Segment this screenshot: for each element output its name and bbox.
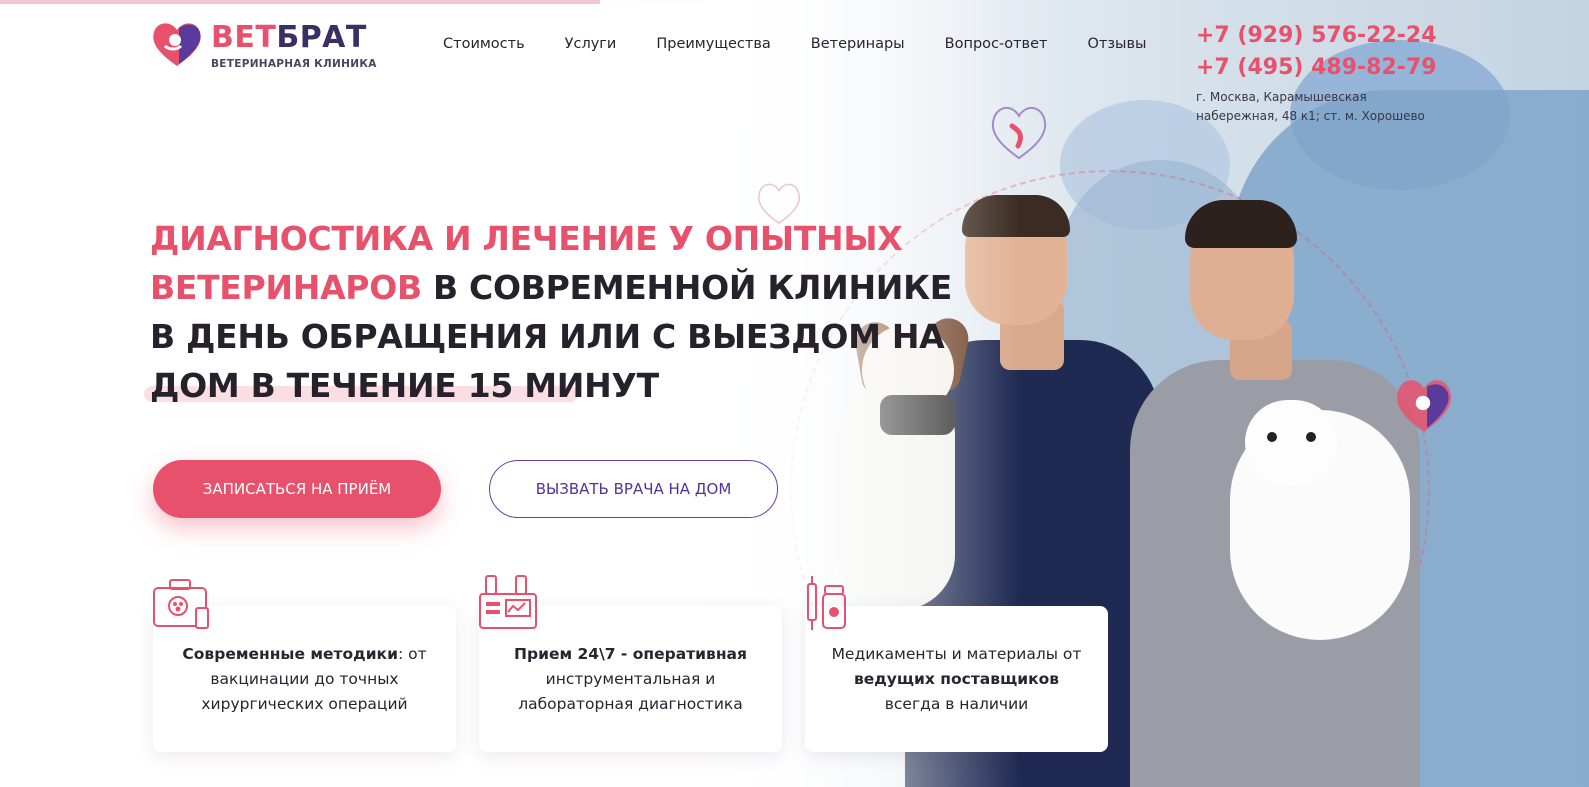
logo-title: ВЕТБРАТ [211, 20, 377, 56]
feature-card-bold: ведущих поставщиков [853, 669, 1060, 688]
main-nav: Стоимость Услуги Преимущества Ветеринары… [443, 36, 1146, 52]
feature-card-rest: всегда в наличии [884, 694, 1029, 713]
cat-head [1245, 400, 1337, 485]
logo-subtitle: ВЕТЕРИНАРНАЯ КЛИНИКА [211, 58, 377, 70]
logo-brand-part2: БРАТ [276, 20, 367, 55]
logo[interactable]: ВЕТБРАТ ВЕТЕРИНАРНАЯ КЛИНИКА [151, 20, 377, 70]
feature-card-pre: Медикаменты и материалы от [831, 644, 1082, 663]
feature-card-medicine: Медикаменты и материалы от ведущих поста… [805, 606, 1108, 752]
address: г. Москва, Карамышевская набережная, 48 … [1196, 88, 1426, 126]
hero-line-1: ДИАГНОСТИКА И ЛЕЧЕНИЕ У ОПЫТНЫХ [150, 219, 903, 258]
hero-line-2-rest: В СОВРЕМЕННОЙ КЛИНИКЕ [421, 268, 953, 307]
cat-eye [1306, 432, 1316, 442]
feature-card-bold: Прием 24\7 - оперативная [514, 644, 747, 663]
hero-line-2-accent: ВЕТЕРИНАРОВ [150, 268, 422, 307]
vet-doctor-2-hair [1185, 200, 1297, 248]
feature-card-text: Прием 24\7 - оперативная инструментальна… [501, 642, 760, 717]
medicine-syringe-icon [807, 576, 846, 630]
address-line-1: г. Москва, Карамышевская [1196, 90, 1367, 104]
logo-heart-icon [153, 23, 201, 66]
feature-card-text: Медикаменты и материалы от ведущих поста… [827, 642, 1086, 717]
cat-eye [1267, 432, 1277, 442]
contacts-block: +7 (929) 576-22-24 +7 (495) 489-82-79 г.… [1196, 20, 1437, 126]
lab-equipment-icon [479, 575, 537, 629]
decorative-heart-icon [1397, 380, 1451, 432]
phone-link-2[interactable]: +7 (495) 489-82-79 [1196, 52, 1437, 84]
nav-item-services[interactable]: Услуги [565, 36, 617, 52]
call-vet-home-button[interactable]: ВЫЗВАТЬ ВРАЧА НА ДОМ [489, 460, 778, 518]
nav-item-advantages[interactable]: Преимущества [656, 36, 770, 52]
hero-heading: ДИАГНОСТИКА И ЛЕЧЕНИЕ У ОПЫТНЫХ ВЕТЕРИНА… [150, 214, 952, 410]
decorative-heart-icon [991, 107, 1047, 160]
address-line-2: набережная, 48 к1; ст. м. Хорошево [1196, 109, 1425, 123]
nav-item-prices[interactable]: Стоимость [443, 36, 525, 52]
phone-link-1[interactable]: +7 (929) 576-22-24 [1196, 20, 1437, 52]
feature-card-rest: инструментальная и лабораторная диагност… [518, 669, 743, 713]
nav-item-faq[interactable]: Вопрос-ответ [945, 36, 1048, 52]
feature-card-text: Современные методики: от вакцинации до т… [175, 642, 434, 717]
nav-item-reviews[interactable]: Отзывы [1087, 36, 1146, 52]
hero-line-3: В ДЕНЬ ОБРАЩЕНИЯ ИЛИ С ВЫЕЗДОМ НА [150, 317, 945, 356]
book-appointment-button[interactable]: ЗАПИСАТЬСЯ НА ПРИЁМ [153, 460, 441, 518]
first-aid-kit-icon [153, 579, 209, 629]
hero-line-4: ДОМ В ТЕЧЕНИЕ 15 МИНУТ [150, 366, 659, 405]
nav-item-vets[interactable]: Ветеринары [811, 36, 905, 52]
logo-brand-part1: ВЕТ [211, 20, 277, 55]
feature-card-bold: Современные методики [182, 644, 398, 663]
